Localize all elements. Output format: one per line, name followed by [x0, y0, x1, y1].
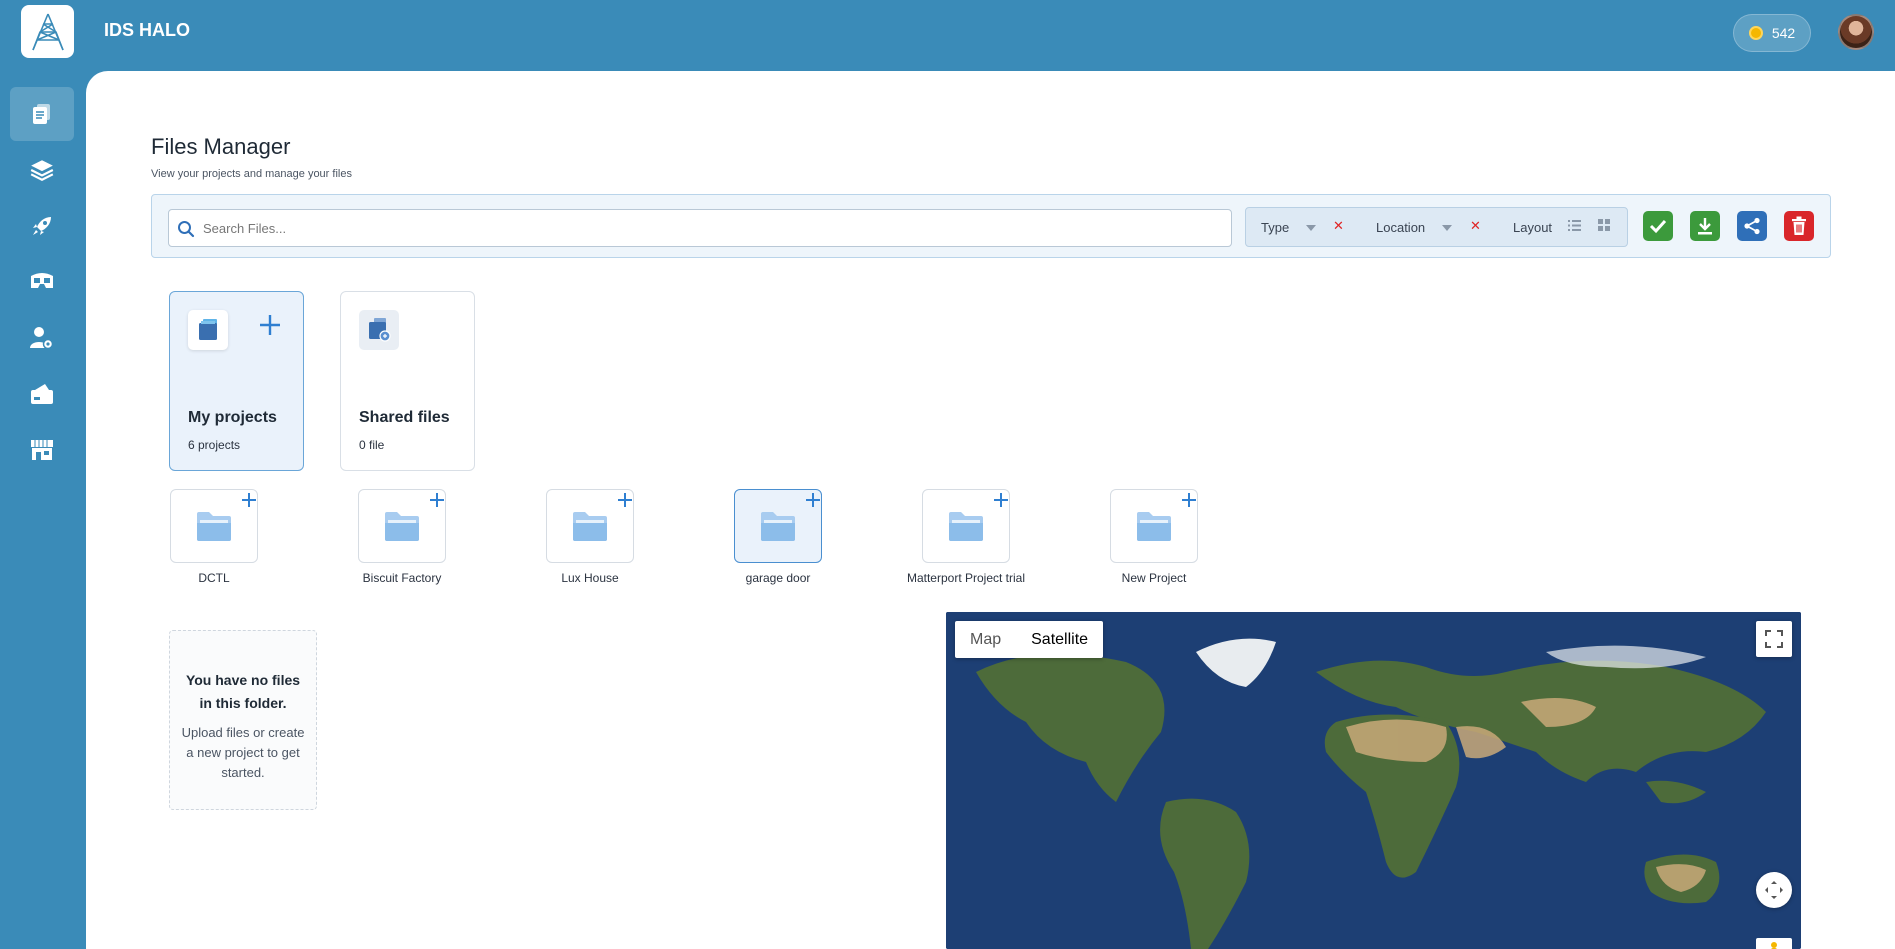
folder-icon	[761, 512, 795, 541]
empty-state: You have no files in this folder. Upload…	[169, 630, 317, 810]
folder-icon	[573, 512, 607, 541]
search-input[interactable]	[203, 210, 1223, 246]
map-tab[interactable]: Map	[955, 621, 1016, 658]
pan-arrows-icon	[1765, 881, 1783, 899]
street-view-pegman[interactable]	[1756, 938, 1792, 949]
folder-icon	[385, 512, 419, 541]
sidebar-item-launch[interactable]	[10, 199, 74, 253]
delete-button[interactable]	[1784, 211, 1814, 241]
folder-icon	[197, 512, 231, 541]
files-icon	[33, 104, 50, 124]
confirm-button[interactable]	[1643, 211, 1673, 241]
grid-view-icon[interactable]	[1598, 219, 1610, 231]
clear-type-icon[interactable]: ✕	[1333, 218, 1344, 234]
empty-state-text: Upload files or create a new project to …	[181, 725, 305, 780]
download-button[interactable]	[1690, 211, 1720, 241]
fullscreen-icon	[1765, 630, 1783, 648]
satellite-tab[interactable]: Satellite	[1016, 621, 1103, 658]
map-pan-control[interactable]	[1756, 872, 1792, 908]
card-shared-files[interactable]: Shared files 0 file	[340, 291, 475, 471]
sidebar-item-files[interactable]	[10, 87, 74, 141]
chevron-down-icon[interactable]	[1442, 225, 1452, 231]
add-to-folder-icon[interactable]	[241, 492, 257, 508]
credits-count: 542	[1771, 25, 1796, 41]
add-to-folder-icon[interactable]	[805, 492, 821, 508]
empty-state-title: You have no files in this folder.	[185, 672, 301, 711]
main-content: Files Manager View your projects and man…	[86, 71, 1895, 949]
folder-item[interactable]: Lux House	[511, 489, 651, 589]
map-view[interactable]: Map Satellite	[946, 612, 1801, 949]
fullscreen-button[interactable]	[1756, 621, 1792, 657]
coin-icon	[1748, 26, 1763, 40]
clear-location-icon[interactable]: ✕	[1470, 218, 1481, 234]
sidebar-item-store[interactable]	[10, 423, 74, 477]
add-to-folder-icon[interactable]	[429, 492, 445, 508]
folder-label: garage door	[745, 571, 811, 585]
page-subtitle: View your projects and manage your files	[151, 168, 352, 180]
satellite-map-image	[946, 612, 1801, 949]
files-toolbar: Type ✕ Location ✕ Layout	[151, 194, 1831, 258]
shared-files-icon	[359, 310, 399, 350]
logo-icon	[31, 13, 64, 50]
folder-item-selected[interactable]: garage door	[699, 489, 839, 589]
sidebar-item-user-settings[interactable]	[10, 311, 74, 365]
folder-label: Lux House	[561, 571, 619, 585]
folder-label: New Project	[1121, 571, 1187, 585]
folder-item[interactable]: Biscuit Factory	[323, 489, 463, 589]
card-count: 0 file	[359, 438, 385, 452]
search-icon	[178, 221, 195, 238]
credits-badge[interactable]: 542	[1733, 14, 1811, 52]
card-title: My projects	[188, 409, 277, 426]
layout-label: Layout	[1513, 220, 1553, 235]
add-to-folder-icon[interactable]	[1181, 492, 1197, 508]
layers-icon	[30, 160, 54, 181]
folder-item[interactable]: New Project	[1075, 489, 1215, 589]
folder-icon	[949, 512, 983, 541]
filter-type-label[interactable]: Type	[1261, 220, 1289, 235]
folder-icon	[1137, 512, 1171, 541]
filter-location-label[interactable]: Location	[1376, 220, 1425, 235]
trash-icon	[1792, 216, 1806, 235]
sidebar-item-billing[interactable]	[10, 367, 74, 421]
sidebar-item-viewer[interactable]	[10, 255, 74, 309]
chevron-down-icon[interactable]	[1306, 225, 1316, 231]
folder-label: Matterport Project trial	[906, 571, 1026, 585]
user-avatar[interactable]	[1838, 14, 1874, 50]
card-icon	[31, 384, 53, 404]
folder-label: Biscuit Factory	[362, 571, 442, 585]
app-title: IDS HALO	[104, 20, 191, 40]
folder-item[interactable]: DCTL	[135, 489, 275, 589]
add-to-folder-icon[interactable]	[617, 492, 633, 508]
share-icon	[1744, 217, 1760, 235]
app-logo[interactable]	[21, 5, 74, 58]
filter-bar: Type ✕ Location ✕ Layout	[1245, 207, 1628, 247]
store-icon	[31, 440, 53, 460]
user-gear-icon	[30, 327, 54, 350]
top-bar: IDS HALO 542	[0, 0, 1895, 71]
download-icon	[1698, 218, 1712, 235]
card-my-projects[interactable]: My projects 6 projects	[169, 291, 304, 471]
check-icon	[1649, 219, 1667, 234]
folder-item[interactable]: Matterport Project trial	[887, 489, 1027, 589]
share-button[interactable]	[1737, 211, 1767, 241]
pegman-icon	[1771, 942, 1777, 949]
rocket-icon	[33, 217, 51, 235]
sidebar	[0, 71, 86, 949]
sidebar-item-layers[interactable]	[10, 143, 74, 197]
project-stack-icon	[188, 310, 228, 350]
add-to-folder-icon[interactable]	[993, 492, 1009, 508]
list-view-icon[interactable]	[1568, 219, 1581, 232]
card-title: Shared files	[359, 409, 450, 426]
vr-headset-icon	[31, 273, 53, 288]
page-title: Files Manager	[151, 134, 291, 159]
add-project-icon[interactable]	[257, 312, 283, 338]
map-type-toggle: Map Satellite	[955, 621, 1104, 658]
search-box	[168, 209, 1232, 247]
card-count: 6 projects	[188, 438, 241, 452]
folder-label: DCTL	[198, 571, 230, 585]
